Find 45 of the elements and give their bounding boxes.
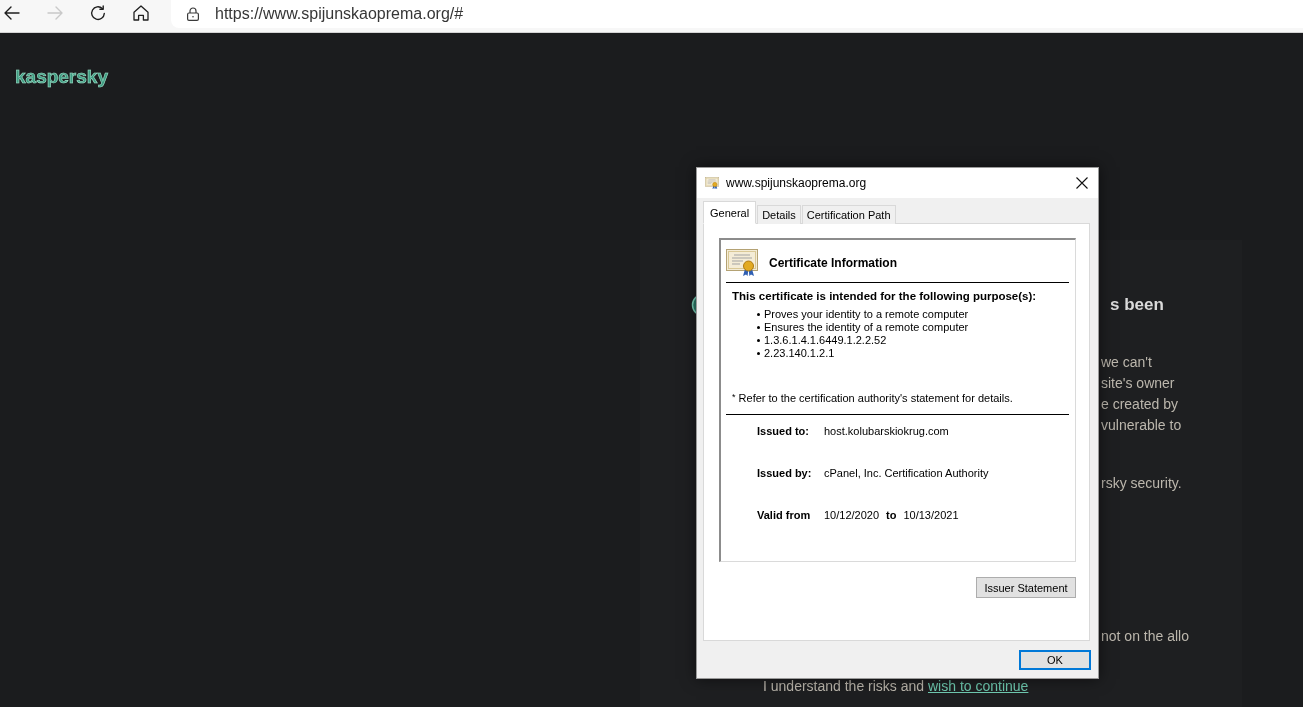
- warning-text: vulnerable to: [1101, 416, 1182, 435]
- bullet-icon: [757, 352, 760, 355]
- issuer-statement-button[interactable]: Issuer Statement: [976, 577, 1076, 598]
- date-value: 10/13/2021: [903, 509, 959, 522]
- purpose-intro: This certificate is intended for the following purpose(s):: [732, 290, 1037, 303]
- field-label: Issued to:: [757, 425, 809, 438]
- address-field[interactable]: https://www.spijunskaoprema.org/#: [171, 0, 1303, 28]
- continue-link[interactable]: wish to continue: [928, 678, 1029, 694]
- bullet-icon: [757, 313, 760, 316]
- site-logo: kaspersky: [15, 67, 108, 87]
- field-label: to: [886, 509, 897, 522]
- warning-text: site's owner: [1101, 374, 1175, 393]
- bullet-icon: [757, 326, 760, 329]
- field-value: host.kolubarskiokrug.com: [824, 425, 949, 438]
- warning-text: not on the allo: [1101, 627, 1189, 646]
- field-label: Issued by:: [757, 467, 812, 480]
- lock-icon: [187, 7, 199, 21]
- warning-text: e created by: [1101, 395, 1179, 414]
- purpose-text: Proves your identity to a remote computer: [764, 308, 969, 321]
- purpose-text: 2.23.140.1.2.1: [764, 347, 835, 360]
- home-icon: [133, 5, 149, 21]
- purpose-text: Ensures the identity of a remote computer: [764, 321, 969, 334]
- purpose-text: 1.3.6.1.4.1.6449.1.2.2.52: [764, 334, 887, 347]
- ok-button[interactable]: OK: [1019, 650, 1091, 670]
- reload-icon: [90, 5, 106, 21]
- field-label: Valid from: [757, 509, 811, 522]
- close-icon: [1076, 177, 1088, 189]
- dialog-tab[interactable]: General: [703, 201, 757, 224]
- dialog-tab[interactable]: Details: [757, 205, 801, 224]
- certificate-heading: Certificate Information: [769, 255, 897, 270]
- close-button[interactable]: [1075, 176, 1089, 190]
- continue-text: I understand the risks and wish to continue: [763, 679, 1029, 694]
- certificate-icon: [726, 249, 758, 276]
- bullet-icon: [757, 339, 760, 342]
- left-arrow-icon: [4, 6, 20, 20]
- warning-text: rsky security.: [1101, 474, 1182, 493]
- field-value: cPanel, Inc. Certification Authority: [824, 467, 989, 480]
- dialog-tab[interactable]: Certification Path: [801, 205, 896, 224]
- dialog-title: www.spijunskaoprema.org: [726, 176, 867, 190]
- warning-text: we can't: [1101, 353, 1152, 372]
- statement-note: $^{*}$ Refer to the certification authority's statement for details.: [732, 392, 1013, 405]
- right-arrow-icon: [47, 6, 63, 20]
- certificate-icon: [705, 177, 719, 189]
- date-value: 10/12/2020: [824, 509, 880, 522]
- warning-heading: s been: [1110, 294, 1164, 316]
